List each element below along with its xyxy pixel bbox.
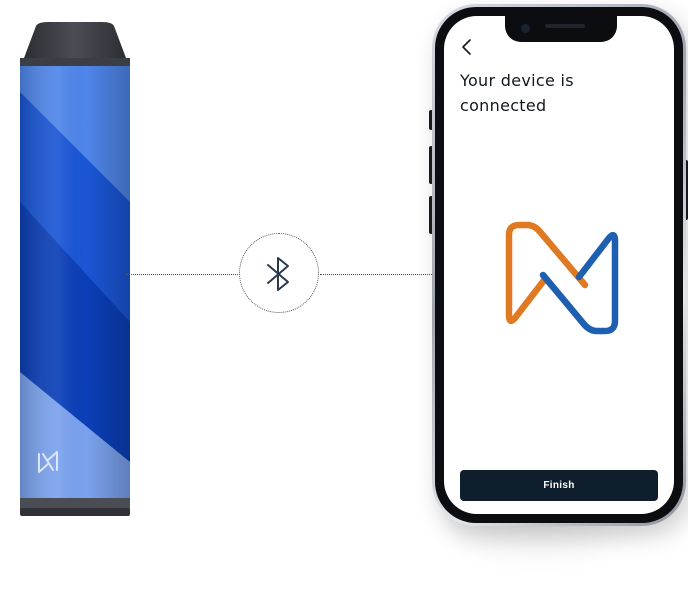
phone-bezel: Your device is connected Finish bbox=[435, 7, 683, 523]
vape-device bbox=[18, 22, 132, 520]
bluetooth-icon bbox=[267, 257, 289, 291]
front-camera bbox=[521, 24, 530, 33]
page-title: Your device is connected bbox=[460, 71, 574, 115]
connection-line-left bbox=[126, 274, 240, 275]
connection-line-right bbox=[320, 274, 432, 275]
chevron-left-icon[interactable] bbox=[460, 38, 474, 56]
finish-button[interactable]: Finish bbox=[460, 470, 658, 501]
earpiece-speaker bbox=[545, 24, 585, 28]
pairing-illustration: Your device is connected Finish bbox=[0, 0, 688, 598]
bluetooth-badge bbox=[239, 233, 319, 313]
brand-logo-icon bbox=[505, 221, 619, 335]
phone-screen: Your device is connected Finish bbox=[444, 16, 674, 514]
phone: Your device is connected Finish bbox=[432, 4, 686, 526]
phone-notch bbox=[505, 16, 617, 42]
